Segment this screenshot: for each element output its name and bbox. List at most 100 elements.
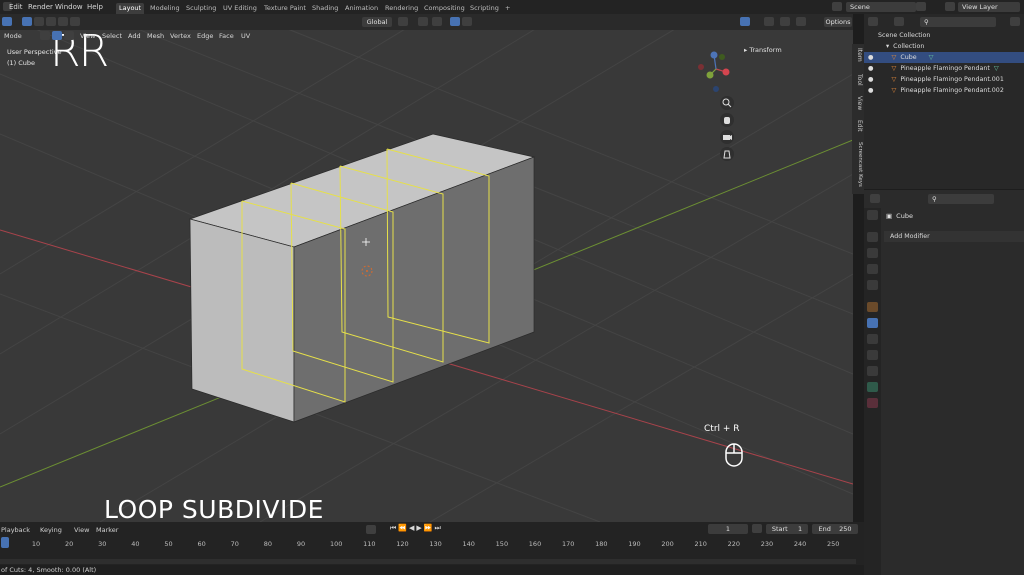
select-intersect-icon[interactable] [70,17,80,26]
tab-uv-editing[interactable]: UV Editing [220,3,260,14]
eye-icon[interactable]: ● [868,87,874,94]
menu-view[interactable]: View [80,32,95,40]
output-tab-icon[interactable] [867,248,878,258]
tab-layout[interactable]: Layout [116,3,145,14]
ruler-mark: 40 [131,540,140,548]
object-tab-icon[interactable] [867,302,878,312]
orientation-dropdown[interactable]: Global [362,17,392,27]
menu-edit[interactable]: Edit [9,3,23,11]
timeline-scrollbar[interactable] [0,559,856,564]
outliner-editor-type-icon[interactable] [868,17,878,26]
menu-add[interactable]: Add [128,32,141,40]
snap-target-icon[interactable] [432,17,442,26]
grid-perspective-icon[interactable] [720,147,734,161]
options-dropdown[interactable]: Options [824,17,852,27]
copy-scene-icon[interactable] [916,2,926,11]
tab-item[interactable]: Item [853,48,863,62]
tab-texture-paint[interactable]: Texture Paint [261,3,309,14]
outliner-row-pendant[interactable]: ● ▽ Pineapple Flamingo Pendant ▽ [864,63,1024,74]
face-select-icon[interactable] [64,31,74,40]
eye-icon[interactable]: ● [868,76,874,83]
pan-hand-icon[interactable] [720,113,734,127]
properties-editor-type-icon[interactable] [870,194,880,203]
properties-search-input[interactable]: ⚲ [928,194,994,204]
chevron-down-icon[interactable]: ▾ [886,43,889,50]
tab-view[interactable]: View [853,96,863,110]
falloff-icon[interactable] [462,17,472,26]
select-subtract-icon[interactable] [46,17,56,26]
tab-tool[interactable]: Tool [853,74,863,86]
snap-icon[interactable] [418,17,428,26]
tab-edit[interactable]: Edit [853,120,863,132]
world-tab-icon[interactable] [867,280,878,290]
camera-icon[interactable] [720,130,734,144]
outliner-row-collection[interactable]: ▾ Collection [864,41,1024,52]
constraints-tab-icon[interactable] [867,366,878,376]
outliner-row-scene-collection[interactable]: Scene Collection [864,30,1024,41]
visibility-icon[interactable] [740,17,750,26]
tab-sculpting[interactable]: Sculpting [183,3,219,14]
select-invert-icon[interactable] [58,17,68,26]
xray-icon[interactable] [796,17,806,26]
menu-select[interactable]: Select [102,32,122,40]
menu-window[interactable]: Window [55,3,83,11]
render-tab-icon[interactable] [867,232,878,242]
material-tab-icon[interactable] [867,398,878,408]
tab-compositing[interactable]: Compositing [421,3,468,14]
tool-tab-icon[interactable] [867,210,878,220]
view-layer-selector[interactable]: View Layer [958,2,1020,12]
select-tool-icon[interactable] [2,17,12,26]
eye-icon[interactable]: ● [868,54,874,61]
tab-shading[interactable]: Shading [309,3,341,14]
outliner-row-pendant-002[interactable]: ● ▽ Pineapple Flamingo Pendant.002 [864,85,1024,96]
ruler-mark: 80 [263,540,273,548]
data-tab-icon[interactable] [867,382,878,392]
mode-dropdown[interactable]: Mode [4,32,22,40]
proportional-edit-icon[interactable] [450,17,460,26]
menu-mesh[interactable]: Mesh [147,32,164,40]
edge-select-icon[interactable] [52,31,62,40]
select-box-icon[interactable] [22,17,32,26]
outliner-row-pendant-001[interactable]: ● ▽ Pineapple Flamingo Pendant.001 [864,74,1024,85]
scene-selector[interactable]: Scene [846,2,916,12]
ruler-mark: 210 [694,540,707,548]
menu-edge[interactable]: Edge [197,32,213,40]
tab-scripting[interactable]: Scripting [467,3,502,14]
add-workspace-button[interactable]: + [502,3,513,14]
vertex-select-icon[interactable] [40,31,50,40]
3d-viewport[interactable]: User Perspective (1) Cube RR ▸ Transform… [0,14,853,522]
modifier-tab-icon[interactable] [867,318,878,328]
playhead[interactable] [1,537,9,548]
filter-icon[interactable] [1010,17,1020,26]
scene-icon[interactable] [832,2,842,11]
outliner-label: Scene Collection [878,32,931,39]
tab-rendering[interactable]: Rendering [382,3,421,14]
select-extend-icon[interactable] [34,17,44,26]
display-mode-icon[interactable] [894,17,904,26]
add-modifier-button[interactable]: Add Modifier [884,231,1024,242]
view-layer-tab-icon[interactable] [867,264,878,274]
outliner-row-cube[interactable]: ● ▽ Cube ▽ [864,52,1024,63]
pivot-icon[interactable] [398,17,408,26]
particles-tab-icon[interactable] [867,334,878,344]
search-icon: ⚲ [932,195,937,203]
menu-uv[interactable]: UV [241,32,250,40]
view-layer-icon[interactable] [945,2,955,11]
timeline-ruler[interactable]: 1102030405060708090100110120130140150160… [0,522,864,558]
zoom-icon[interactable] [720,96,734,110]
status-text: of Cuts: 4, Smooth: 0.00 (Alt) [1,566,97,574]
menu-help[interactable]: Help [87,3,103,11]
menu-vertex[interactable]: Vertex [170,32,191,40]
menu-render[interactable]: Render [28,3,53,11]
tab-modeling[interactable]: Modeling [147,3,183,14]
tab-screencast-keys[interactable]: Screencast Keys [853,142,863,187]
transform-panel-toggle[interactable]: ▸ Transform [744,46,782,54]
tab-animation[interactable]: Animation [342,3,381,14]
overlay-toggle-icon[interactable] [780,17,790,26]
gizmo-toggle-icon[interactable] [764,17,774,26]
menu-face[interactable]: Face [219,32,234,40]
outliner-search-input[interactable]: ⚲ [920,17,996,27]
navigation-gizmo[interactable] [698,51,730,93]
eye-icon[interactable]: ● [868,65,874,72]
physics-tab-icon[interactable] [867,350,878,360]
